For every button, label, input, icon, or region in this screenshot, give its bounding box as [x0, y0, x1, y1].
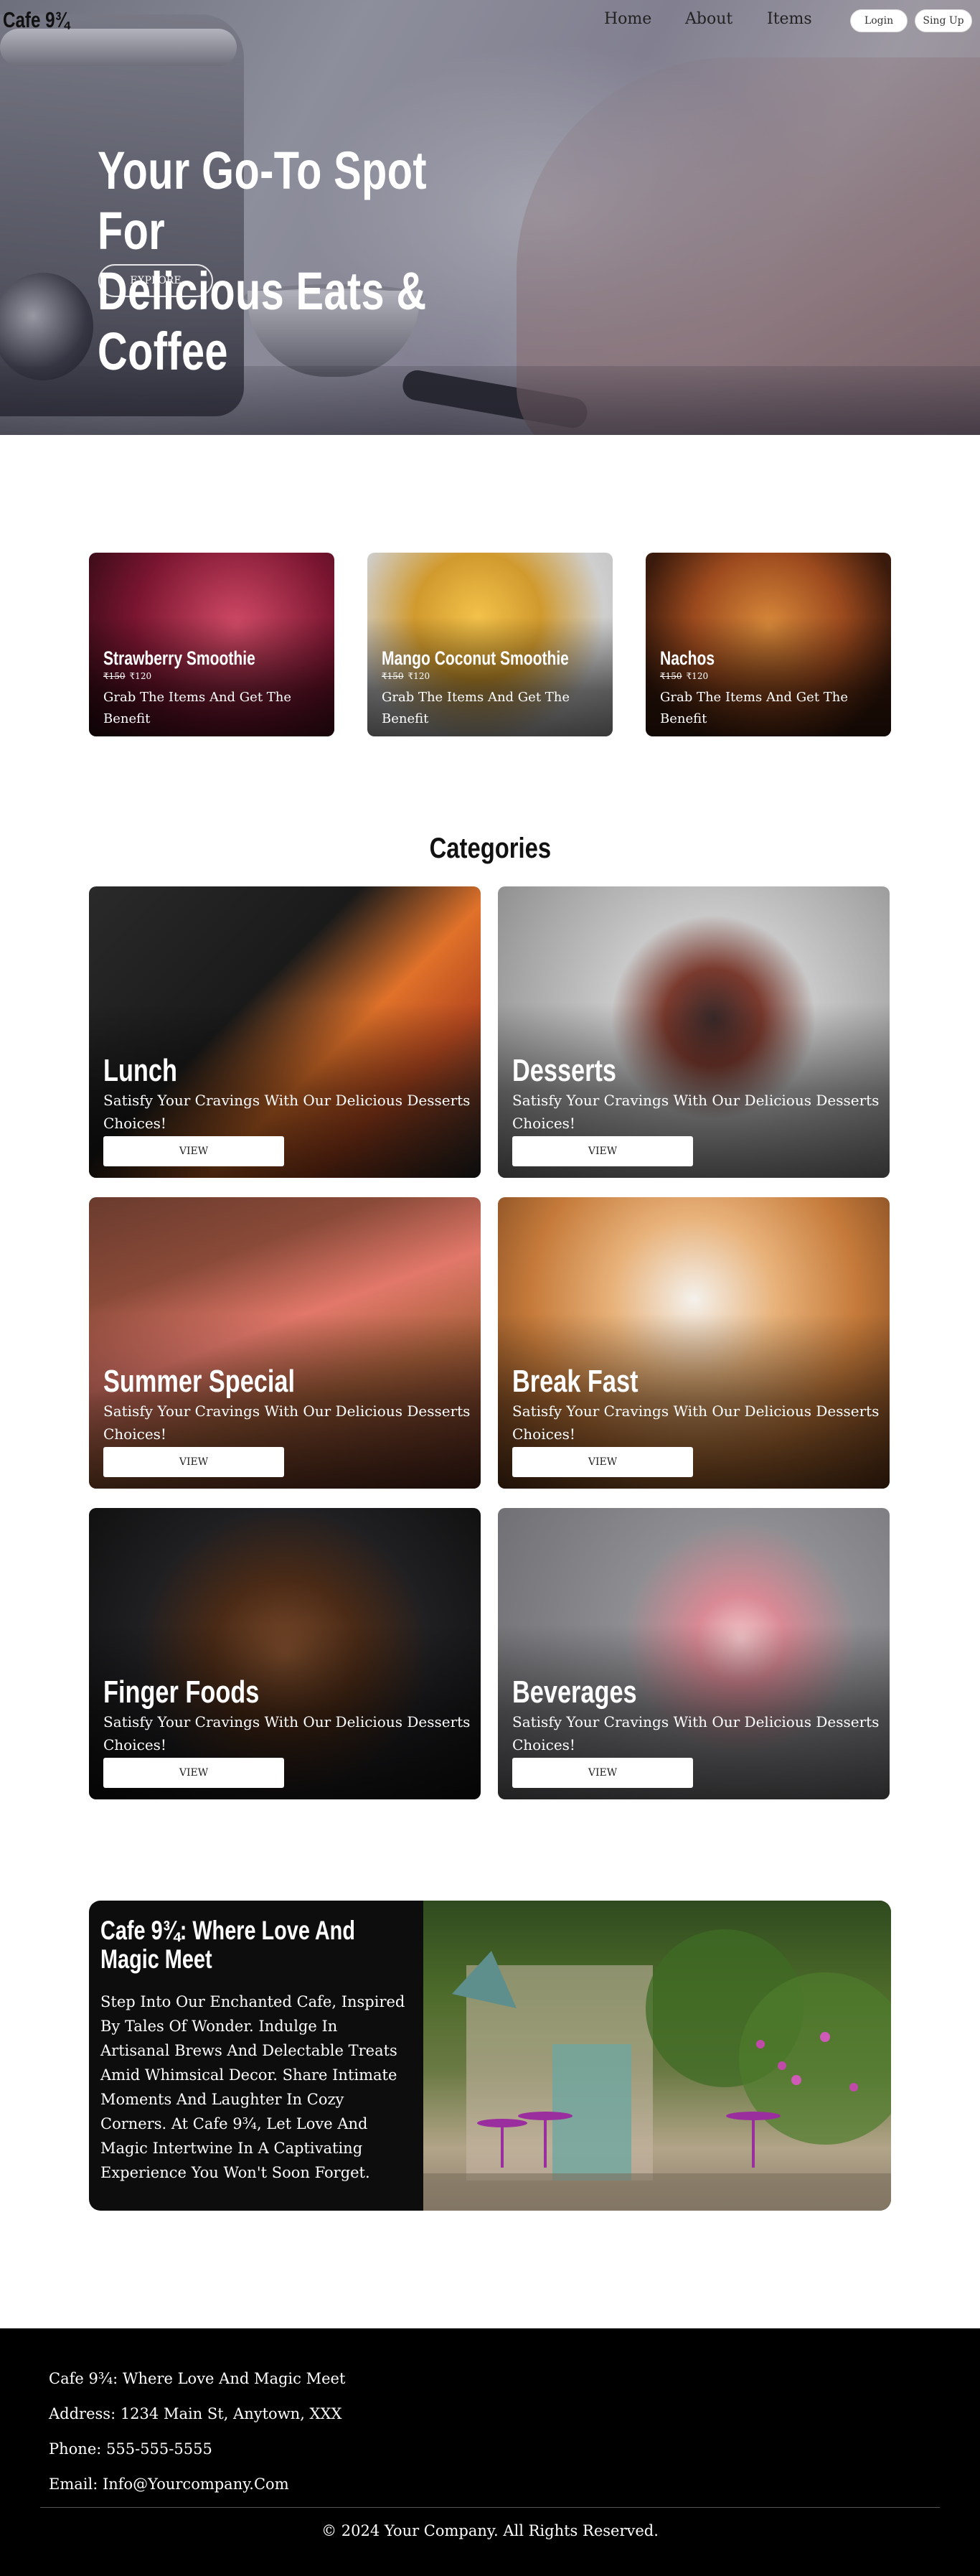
- about-text-panel: Cafe 9¾: Where Love And Magic Meet Step …: [89, 1901, 423, 2211]
- category-title: Desserts: [512, 1053, 617, 1088]
- featured-item-desc: Grab The Items And Get The Benefit: [382, 690, 570, 726]
- featured-card[interactable]: Strawberry Smoothie ₹150 ₹120 Grab The It…: [89, 553, 334, 736]
- category-title: Summer Special: [103, 1364, 296, 1399]
- footer-phone: Phone: 555-555-5555: [49, 2440, 212, 2458]
- old-price: ₹150: [103, 671, 126, 681]
- featured-item-price: ₹150 ₹120: [382, 671, 430, 681]
- page: Your Go-To Spot For Delicious Eats & Cof…: [0, 0, 980, 2576]
- view-button[interactable]: VIEW: [103, 1136, 284, 1166]
- category-card-lunch[interactable]: Lunch Satisfy Your Cravings With Our Del…: [89, 886, 481, 1178]
- category-title: Beverages: [512, 1675, 637, 1710]
- featured-item-name: Strawberry Smoothie: [103, 647, 255, 669]
- footer-email[interactable]: Email: Info@Yourcompany.Com: [49, 2476, 289, 2493]
- category-title: Finger Foods: [103, 1675, 260, 1710]
- hero-title-line1: Your Go-To Spot For: [98, 141, 427, 261]
- category-title: Lunch: [103, 1053, 177, 1088]
- featured-card[interactable]: Mango Coconut Smoothie ₹150 ₹120 Grab The…: [367, 553, 613, 736]
- category-desc: Satisfy Your Cravings With Our Delicious…: [103, 1092, 471, 1132]
- category-desc: Satisfy Your Cravings With Our Delicious…: [512, 1092, 880, 1132]
- featured-card[interactable]: Nachos ₹150 ₹120 Grab The Items And Get T…: [646, 553, 891, 736]
- footer-tagline: Cafe 9¾: Where Love And Magic Meet: [49, 2370, 346, 2387]
- category-title: Break Fast: [512, 1364, 639, 1399]
- explore-button[interactable]: EXPLORE: [98, 264, 213, 297]
- category-desc: Satisfy Your Cravings With Our Delicious…: [103, 1713, 471, 1753]
- new-price: ₹120: [407, 671, 430, 681]
- hero-title: Your Go-To Spot For Delicious Eats & Cof…: [98, 141, 489, 382]
- footer-copyright: © 2024 Your Company. All Rights Reserved…: [321, 2522, 659, 2539]
- category-card-summer-special[interactable]: Summer Special Satisfy Your Cravings Wit…: [89, 1197, 481, 1489]
- nav-link-home[interactable]: Home: [604, 10, 651, 28]
- hero-section: Your Go-To Spot For Delicious Eats & Cof…: [0, 0, 980, 435]
- featured-item-desc: Grab The Items And Get The Benefit: [103, 690, 292, 726]
- category-desc: Satisfy Your Cravings With Our Delicious…: [512, 1713, 880, 1753]
- old-price: ₹150: [660, 671, 682, 681]
- category-card-break-fast[interactable]: Break Fast Satisfy Your Cravings With Ou…: [498, 1197, 890, 1489]
- featured-item-name: Nachos: [660, 647, 715, 669]
- featured-item-desc: Grab The Items And Get The Benefit: [660, 690, 849, 726]
- featured-items: Strawberry Smoothie ₹150 ₹120 Grab The It…: [89, 553, 891, 736]
- view-button[interactable]: VIEW: [103, 1758, 284, 1788]
- nav-link-about[interactable]: About: [685, 10, 732, 28]
- new-price: ₹120: [686, 671, 709, 681]
- new-price: ₹120: [129, 671, 152, 681]
- footer-divider: [40, 2507, 940, 2508]
- category-card-beverages[interactable]: Beverages Satisfy Your Cravings With Our…: [498, 1508, 890, 1799]
- login-button[interactable]: Login: [850, 9, 908, 32]
- view-button[interactable]: VIEW: [512, 1136, 693, 1166]
- signup-button[interactable]: Sing Up: [915, 9, 972, 32]
- nav-link-items[interactable]: Items: [767, 10, 812, 28]
- footer-address: Address: 1234 Main St, Anytown, XXX: [49, 2405, 342, 2422]
- about-title: Cafe 9¾: Where Love And Magic Meet: [100, 1916, 355, 1974]
- featured-item-price: ₹150 ₹120: [103, 671, 151, 681]
- category-card-finger-foods[interactable]: Finger Foods Satisfy Your Cravings With …: [89, 1508, 481, 1799]
- top-nav: Cafe 9¾ Home About Items Login Sing Up: [0, 0, 980, 43]
- cafe-exterior-illustration: [423, 1929, 891, 2211]
- category-desc: Satisfy Your Cravings With Our Delicious…: [103, 1402, 471, 1443]
- view-button[interactable]: VIEW: [103, 1447, 284, 1477]
- about-section: Cafe 9¾: Where Love And Magic Meet Step …: [89, 1901, 891, 2211]
- site-logo[interactable]: Cafe 9¾: [3, 7, 70, 33]
- category-card-desserts[interactable]: Desserts Satisfy Your Cravings With Our …: [498, 886, 890, 1178]
- featured-item-name: Mango Coconut Smoothie: [382, 647, 569, 669]
- categories-heading: Categories: [429, 833, 551, 864]
- view-button[interactable]: VIEW: [512, 1758, 693, 1788]
- category-desc: Satisfy Your Cravings With Our Delicious…: [512, 1402, 880, 1443]
- view-button[interactable]: VIEW: [512, 1447, 693, 1477]
- site-footer: Cafe 9¾: Where Love And Magic Meet Addre…: [0, 2328, 980, 2576]
- cafe-exterior-image: [423, 1901, 891, 2211]
- featured-item-price: ₹150 ₹120: [660, 671, 708, 681]
- old-price: ₹150: [382, 671, 404, 681]
- about-text: Step Into Our Enchanted Cafe, Inspired B…: [100, 1993, 405, 2181]
